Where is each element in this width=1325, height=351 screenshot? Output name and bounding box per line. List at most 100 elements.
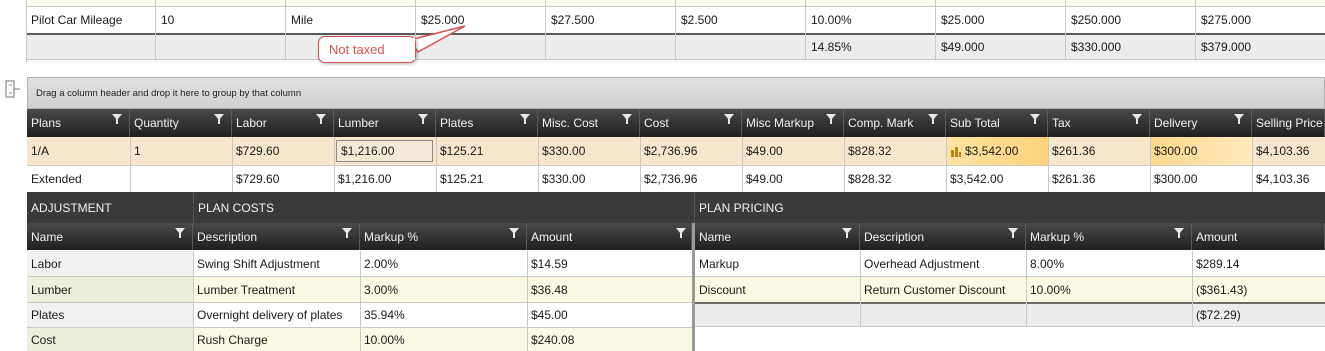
column-header-markup[interactable]: Markup % xyxy=(1026,223,1192,250)
filter-icon[interactable] xyxy=(1234,114,1244,124)
cell: ($361.43) xyxy=(1196,282,1248,297)
costs-grid-header: Name Description Markup % Amount xyxy=(27,223,692,250)
lumber-cell-focused[interactable]: $1,216.00 xyxy=(336,140,433,162)
cell: $250.000 xyxy=(1071,13,1122,27)
filter-icon[interactable] xyxy=(826,114,836,124)
filter-icon[interactable] xyxy=(112,114,122,124)
filter-icon[interactable] xyxy=(1030,114,1040,124)
cell: $45.00 xyxy=(531,308,568,322)
section-headers: ADJUSTMENT PLAN COSTS PLAN PRICING xyxy=(27,192,1325,223)
column-header-amount[interactable]: Amount xyxy=(527,223,692,250)
cell: $49.00 xyxy=(746,144,783,158)
cell: $261.36 xyxy=(1052,144,1096,158)
pricing-totals-row: ($72.29) xyxy=(695,304,1325,326)
plan-pricing-section-title: PLAN PRICING xyxy=(694,192,1325,223)
column-header-quantity[interactable]: Quantity xyxy=(130,109,232,137)
cell: $27.500 xyxy=(551,13,595,27)
cell: 8.00% xyxy=(1030,256,1065,271)
cell: $729.60 xyxy=(236,172,280,186)
callout-text: Not taxed xyxy=(329,42,385,57)
plans-row-extended[interactable]: Extended $729.60 $1,216.00 $125.21 $330.… xyxy=(27,166,1325,192)
cell: $4,103.36 xyxy=(1256,144,1310,158)
filter-icon[interactable] xyxy=(1008,228,1018,238)
cell: 10.00% xyxy=(1030,282,1071,297)
left-gutter xyxy=(0,0,27,62)
filter-icon[interactable] xyxy=(1174,228,1184,238)
column-header-name[interactable]: Name xyxy=(27,223,193,250)
cell: Lumber Treatment xyxy=(197,282,296,297)
column-header-plans[interactable]: Plans xyxy=(27,109,130,137)
cell: $14.59 xyxy=(531,256,568,271)
cell: Overnight delivery of plates xyxy=(197,308,343,322)
column-header-lumber[interactable]: Lumber xyxy=(334,109,436,137)
filter-icon[interactable] xyxy=(342,228,352,238)
filter-icon[interactable] xyxy=(622,114,632,124)
top-grid-row[interactable]: Pilot Car Mileage 10 Mile $25.000 $27.50… xyxy=(27,7,1325,33)
cell: Swing Shift Adjustment xyxy=(197,256,320,271)
column-header-labor[interactable]: Labor xyxy=(232,109,334,137)
column-header-cost[interactable]: Cost xyxy=(640,109,742,137)
pricing-row[interactable]: Markup Overhead Adjustment 8.00% $289.14 xyxy=(695,251,1325,276)
cell: 1 xyxy=(134,144,141,158)
cell: $125.21 xyxy=(440,172,484,186)
top-grid-totals-row: 14.85% $49.000 $330.000 $379.000 xyxy=(27,35,1325,59)
column-header-description[interactable]: Description xyxy=(193,223,360,250)
cell: $300.00 xyxy=(1154,144,1198,158)
cell: $828.32 xyxy=(848,144,892,158)
column-header-plates[interactable]: Plates xyxy=(436,109,538,137)
column-header-sub-total[interactable]: Sub Total xyxy=(946,109,1048,137)
filter-icon[interactable] xyxy=(520,114,530,124)
panel-toggle-icon[interactable] xyxy=(4,78,22,100)
filter-icon[interactable] xyxy=(175,228,185,238)
cell: Labor xyxy=(27,251,193,276)
column-header-name[interactable]: Name xyxy=(695,223,860,250)
cell: Lumber xyxy=(27,277,193,302)
sum-icon xyxy=(951,146,961,157)
cell: $330.00 xyxy=(542,144,586,158)
cell: $261.36 xyxy=(1052,172,1096,186)
filter-icon[interactable] xyxy=(1132,114,1142,124)
cell xyxy=(130,166,232,192)
filter-icon[interactable] xyxy=(418,114,428,124)
column-header-amount[interactable]: Amount xyxy=(1192,223,1325,250)
pricing-row[interactable]: Discount Return Customer Discount 10.00%… xyxy=(695,277,1325,302)
top-grid: Pilot Car Mileage 10 Mile $25.000 $27.50… xyxy=(27,0,1325,62)
cell: 14.85% xyxy=(811,40,852,54)
pricing-grid-header: Name Description Markup % Amount xyxy=(695,223,1325,250)
group-by-panel[interactable]: Drag a column header and drop it here to… xyxy=(27,77,1325,109)
column-header-tax[interactable]: Tax xyxy=(1048,109,1150,137)
filter-icon[interactable] xyxy=(842,228,852,238)
cell: $330.000 xyxy=(1071,40,1122,54)
cell: Rush Charge xyxy=(197,332,268,347)
cell: $300.00 xyxy=(1154,172,1198,186)
filter-icon[interactable] xyxy=(676,228,686,238)
column-header-description[interactable]: Description xyxy=(860,223,1026,250)
cell: 35.94% xyxy=(364,308,405,322)
cell: $49.00 xyxy=(746,172,783,186)
cell: 10 xyxy=(161,13,175,27)
cell: $2,736.96 xyxy=(644,172,698,186)
filter-icon[interactable] xyxy=(509,228,519,238)
column-header-selling-price[interactable]: Selling Price xyxy=(1252,109,1325,137)
not-taxed-callout: Not taxed xyxy=(318,36,416,63)
cell: $828.32 xyxy=(848,172,892,186)
cell: Cost xyxy=(27,328,193,351)
cell: $4,103.36 xyxy=(1256,172,1310,186)
plans-grid-header: Plans Quantity Labor Lumber Plates Misc.… xyxy=(27,109,1325,137)
cell: $3,542.00 xyxy=(950,172,1004,186)
column-header-delivery[interactable]: Delivery xyxy=(1150,109,1252,137)
column-header-misc-markup[interactable]: Misc Markup xyxy=(742,109,844,137)
filter-icon[interactable] xyxy=(316,114,326,124)
plans-row[interactable]: 1/A 1 $729.60 $1,216.00 $125.21 $330.00 … xyxy=(27,137,1325,165)
cell: $379.000 xyxy=(1201,40,1252,54)
group-by-hint: Drag a column header and drop it here to… xyxy=(36,87,302,99)
column-header-misc-cost[interactable]: Misc. Cost xyxy=(538,109,640,137)
filter-icon[interactable] xyxy=(214,114,224,124)
column-header-comp-mark[interactable]: Comp. Mark xyxy=(844,109,946,137)
cell: Pilot Car Mileage xyxy=(31,13,123,27)
column-header-markup[interactable]: Markup % xyxy=(360,223,527,250)
filter-icon[interactable] xyxy=(724,114,734,124)
cell: Plates xyxy=(27,303,193,327)
cell: $3,542.00 xyxy=(965,144,1019,158)
filter-icon[interactable] xyxy=(928,114,938,124)
